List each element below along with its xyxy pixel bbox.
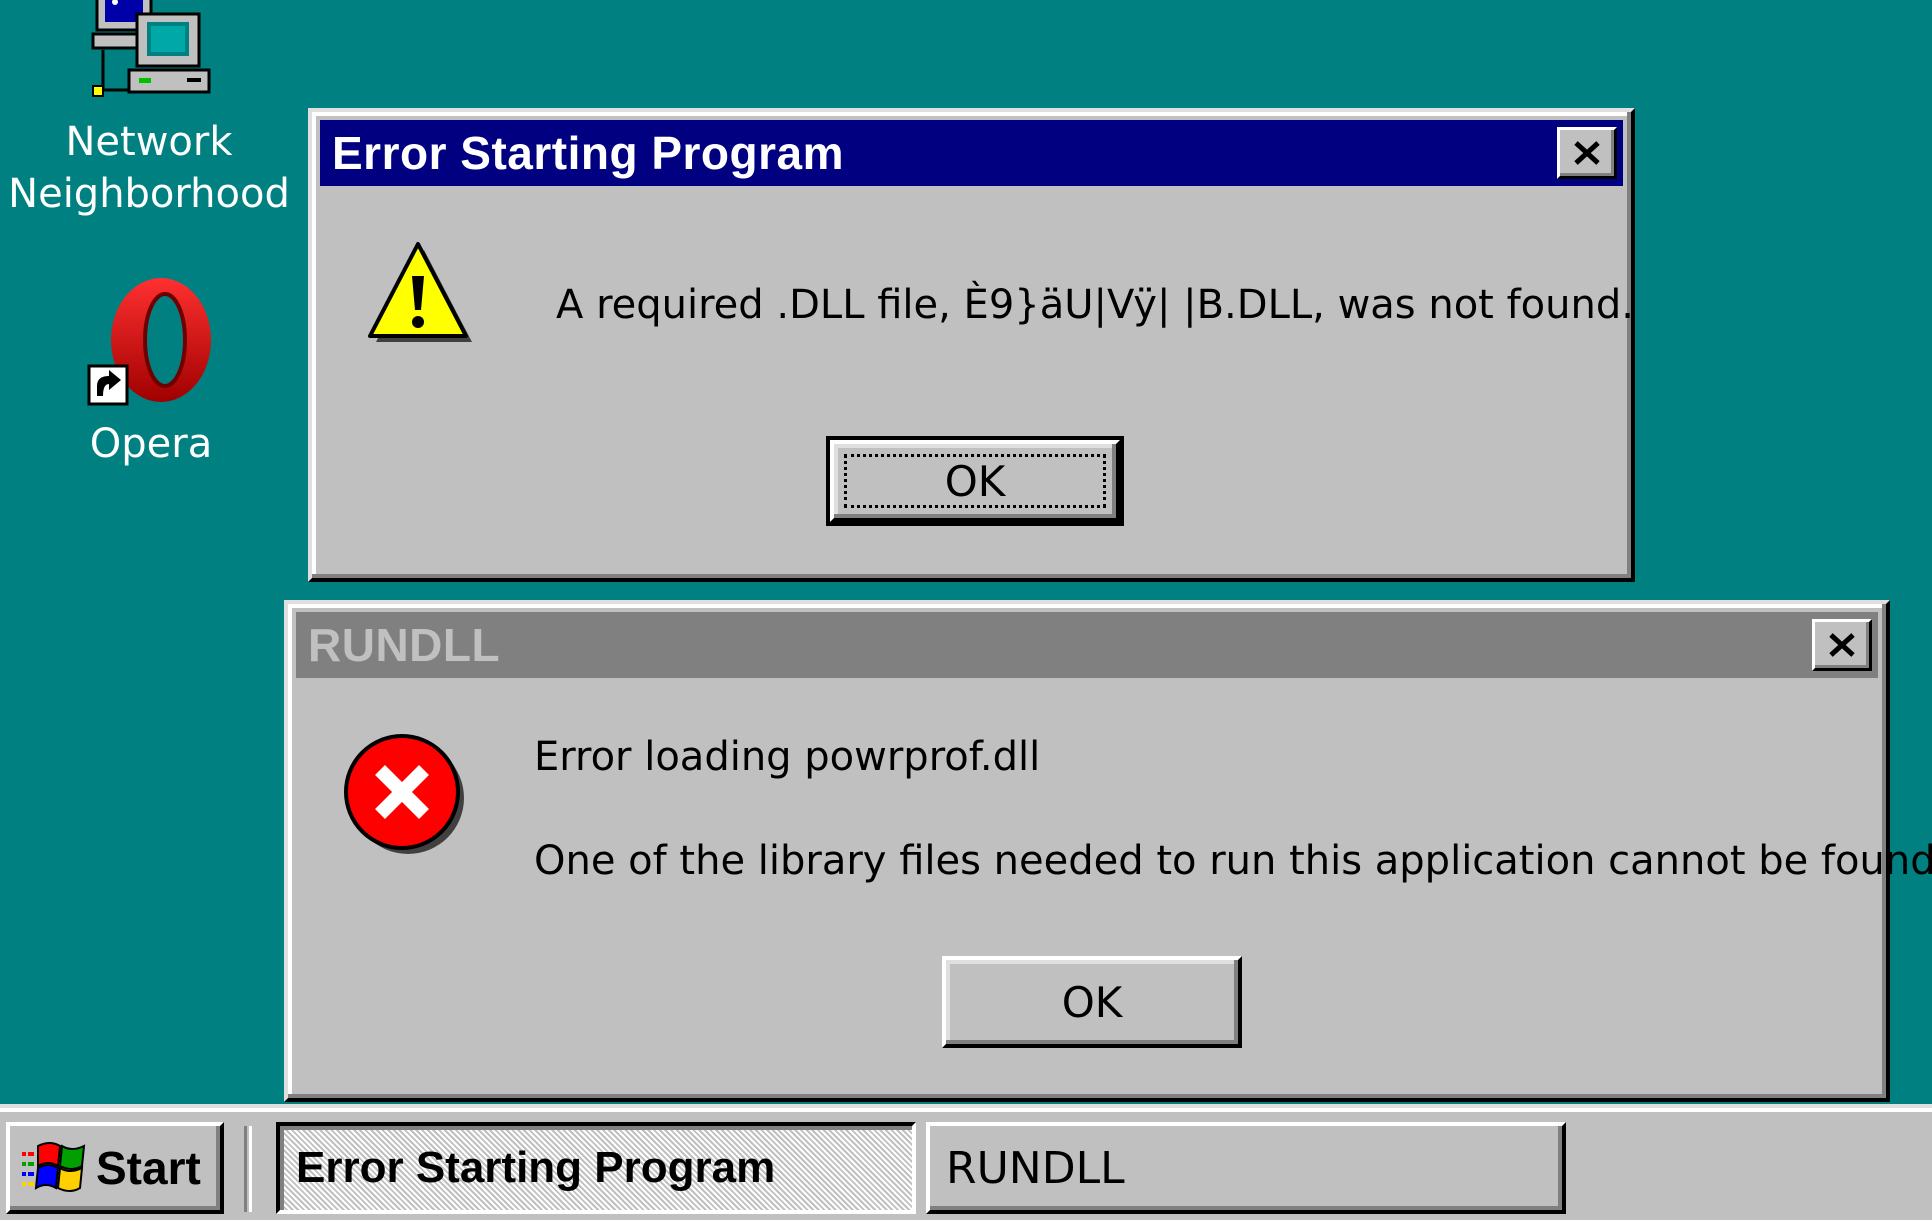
desktop: Network Neighborhood Opera Error Startin… <box>0 0 1932 1104</box>
windows-logo-icon <box>22 1142 86 1192</box>
ok-button-label: OK <box>1061 977 1123 1027</box>
desktop-icon-opera[interactable]: Opera <box>6 272 296 470</box>
desktop-icon-label: Network Neighborhood <box>8 119 290 217</box>
dialog-title: Error Starting Program <box>332 127 844 179</box>
taskbar-button-label: RUNDLL <box>946 1142 1125 1194</box>
dialog-titlebar[interactable]: Error Starting Program <box>320 120 1623 186</box>
dialog-title: RUNDLL <box>308 619 501 671</box>
desktop-icon-network-neighborhood[interactable]: Network Neighborhood <box>4 0 294 220</box>
dialog-message-line1: Error loading powrprof.dll <box>534 734 1041 780</box>
close-button[interactable] <box>1812 619 1872 671</box>
error-starting-program-dialog: Error Starting Program A required .DLL f… <box>308 108 1635 582</box>
opera-icon <box>81 272 221 412</box>
focus-ring <box>844 454 1106 508</box>
close-icon <box>1574 141 1600 165</box>
dialog-message-line2: One of the library files needed to run t… <box>534 838 1932 884</box>
dialog-titlebar[interactable]: RUNDLL <box>296 612 1878 678</box>
taskbar-button-error-starting-program[interactable]: Error Starting Program <box>276 1122 916 1214</box>
ok-button[interactable]: OK <box>826 436 1124 526</box>
desktop-icon-label: Opera <box>89 421 213 467</box>
start-button-label: Start <box>96 1142 201 1194</box>
network-computers-icon <box>79 0 219 110</box>
dialog-message: A required .DLL file, È9}äU|Vÿ| |B.DLL, … <box>556 282 1634 328</box>
taskbar-button-label: Error Starting Program <box>296 1143 776 1192</box>
taskbar-button-rundll[interactable]: RUNDLL <box>926 1122 1566 1214</box>
close-icon <box>1829 633 1855 657</box>
start-button[interactable]: Start <box>6 1122 224 1214</box>
taskbar: Start Error Starting Program RUNDLL <box>0 1104 1932 1220</box>
warning-icon <box>366 240 476 355</box>
error-icon <box>342 732 466 861</box>
ok-button[interactable]: OK <box>942 956 1242 1048</box>
taskbar-separator <box>244 1126 252 1212</box>
rundll-dialog: RUNDLL Error loading powrprof.dll One of… <box>284 600 1932 1102</box>
close-button[interactable] <box>1557 127 1617 179</box>
